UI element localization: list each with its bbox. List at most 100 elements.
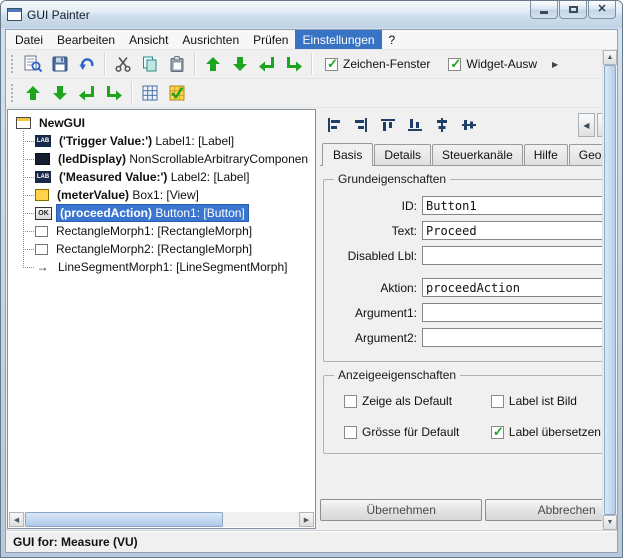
text-input[interactable] [422, 221, 618, 240]
move-out-button[interactable] [280, 51, 307, 77]
widget-auswahl-label: Widget-Ausw [466, 57, 537, 71]
tree-item-rectanglemorph1[interactable]: RectangleMorph1: [RectangleMorph] [8, 222, 315, 240]
scroll-up-icon[interactable] [603, 50, 617, 65]
grid-button[interactable] [136, 80, 163, 106]
maximize-icon [569, 6, 578, 13]
form-row: Aktion: [330, 278, 618, 297]
tree-item-button1-selected[interactable]: (proceedAction) Button1: [Button] [8, 204, 315, 222]
cancel-button[interactable]: Abbrechen [485, 499, 618, 521]
zeichen-fenster-option[interactable]: Zeichen-Fenster [325, 57, 430, 71]
groesse-fuer-default-option[interactable]: Grösse für Default [344, 425, 485, 439]
tree-item-label1[interactable]: ('Trigger Value:') Label1: [Label] [8, 132, 315, 150]
raise-button[interactable] [19, 80, 46, 106]
corner-arrow-left-icon [78, 84, 96, 102]
paste-button[interactable] [163, 51, 190, 77]
titlebar[interactable]: GUI Painter [1, 1, 622, 28]
align-top-button[interactable] [374, 112, 401, 138]
browse-icon [23, 54, 43, 74]
arrow-down-icon [51, 84, 69, 102]
menu-bearbeiten[interactable]: Bearbeiten [50, 30, 122, 49]
center-horizontal-icon [433, 116, 451, 134]
scroll-down-icon[interactable] [603, 515, 617, 530]
vertical-scrollbar[interactable] [602, 50, 617, 530]
align-right-button[interactable] [347, 112, 374, 138]
menu-datei[interactable]: Datei [8, 30, 50, 49]
window-icon [16, 117, 31, 129]
main-content: NewGUI ('Trigger Value:') Label1: [Label… [6, 108, 617, 530]
tab-steuerkanaele[interactable]: Steuerkanäle [432, 144, 523, 165]
reparent-left-button[interactable] [73, 80, 100, 106]
tab-basis[interactable]: Basis [322, 143, 373, 166]
menu-ausrichten[interactable]: Ausrichten [175, 30, 246, 49]
reparent-right-button[interactable] [100, 80, 127, 106]
undo-button[interactable] [73, 51, 100, 77]
lower-button[interactable] [46, 80, 73, 106]
label-ist-bild-option[interactable]: Label ist Bild [491, 394, 618, 408]
scroll-left-icon[interactable] [9, 512, 24, 527]
menu-pruefen[interactable]: Prüfen [246, 30, 295, 49]
rectangle-icon [35, 226, 48, 237]
scrollbar-thumb[interactable] [604, 65, 616, 515]
copy-button[interactable] [136, 51, 163, 77]
zeichen-fenster-checkbox[interactable] [325, 58, 338, 71]
center-horizontal-button[interactable] [428, 112, 455, 138]
display-properties-group: Anzeigeeigenschaften Zeige als Default L… [323, 368, 618, 454]
zeige-als-default-option[interactable]: Zeige als Default [344, 394, 485, 408]
minimize-button[interactable] [530, 1, 558, 19]
argument2-input[interactable] [422, 328, 618, 347]
label-uebersetzen-checkbox[interactable] [491, 426, 504, 439]
toolbar-grip [11, 55, 15, 73]
tree-item-newgui[interactable]: NewGUI [8, 114, 315, 132]
menu-einstellungen[interactable]: Einstellungen [295, 30, 381, 49]
apply-button[interactable]: Übernehmen [320, 499, 482, 521]
tree-connector [16, 240, 35, 258]
argument1-input[interactable] [422, 303, 618, 322]
tree-item-linesegmentmorph1[interactable]: LineSegmentMorph1: [LineSegmentMorph] [8, 258, 315, 276]
align-left-button[interactable] [320, 112, 347, 138]
align-bottom-button[interactable] [401, 112, 428, 138]
form-row: Text: [330, 221, 618, 240]
toolbar-separator [104, 53, 105, 75]
move-up-button[interactable] [199, 51, 226, 77]
groesse-fuer-default-checkbox[interactable] [344, 426, 357, 439]
save-icon [51, 55, 69, 73]
menu-ansicht[interactable]: Ansicht [122, 30, 175, 49]
copy-icon [141, 55, 159, 73]
zeige-als-default-checkbox[interactable] [344, 395, 357, 408]
tab-details[interactable]: Details [374, 144, 431, 165]
cut-button[interactable] [109, 51, 136, 77]
move-down-button[interactable] [226, 51, 253, 77]
aktion-input[interactable] [422, 278, 618, 297]
save-button[interactable] [46, 51, 73, 77]
maximize-button[interactable] [559, 1, 587, 19]
argument1-label: Argument1: [330, 306, 422, 320]
tree-horizontal-scrollbar[interactable] [9, 512, 314, 527]
prev-widget-icon[interactable] [578, 113, 595, 137]
widget-auswahl-checkbox[interactable] [448, 58, 461, 71]
tree-item-label: (proceedAction) Button1: [Button] [57, 205, 248, 221]
center-vertical-button[interactable] [455, 112, 482, 138]
tree-item-box1[interactable]: (meterValue) Box1: [View] [8, 186, 315, 204]
toolbar-overflow-icon[interactable] [548, 52, 562, 76]
disabled-lbl-input[interactable] [422, 246, 618, 265]
menu-help[interactable]: ? [382, 30, 403, 49]
id-input[interactable] [422, 196, 618, 215]
tree-item-label2[interactable]: ('Measured Value:') Label2: [Label] [8, 168, 315, 186]
label-uebersetzen-option[interactable]: Label übersetzen [491, 425, 618, 439]
scroll-right-icon[interactable] [299, 512, 314, 527]
close-button[interactable] [588, 1, 616, 19]
scrollbar-track[interactable] [24, 512, 299, 527]
move-into-button[interactable] [253, 51, 280, 77]
label-icon [35, 135, 51, 147]
tree-item-leddisplay[interactable]: (ledDisplay) NonScrollableArbitraryCompo… [8, 150, 315, 168]
label-ist-bild-checkbox[interactable] [491, 395, 504, 408]
grid-snap-button[interactable] [163, 80, 190, 106]
scrollbar-thumb[interactable] [25, 512, 223, 527]
tree-item-rectanglemorph2[interactable]: RectangleMorph2: [RectangleMorph] [8, 240, 315, 258]
tab-hilfe[interactable]: Hilfe [524, 144, 568, 165]
widget-auswahl-option[interactable]: Widget-Ausw [448, 57, 537, 71]
browse-button[interactable] [19, 51, 46, 77]
toolbar-separator [194, 53, 195, 75]
tree-item-label: NewGUI [39, 116, 85, 130]
rectangle-icon [35, 244, 48, 255]
